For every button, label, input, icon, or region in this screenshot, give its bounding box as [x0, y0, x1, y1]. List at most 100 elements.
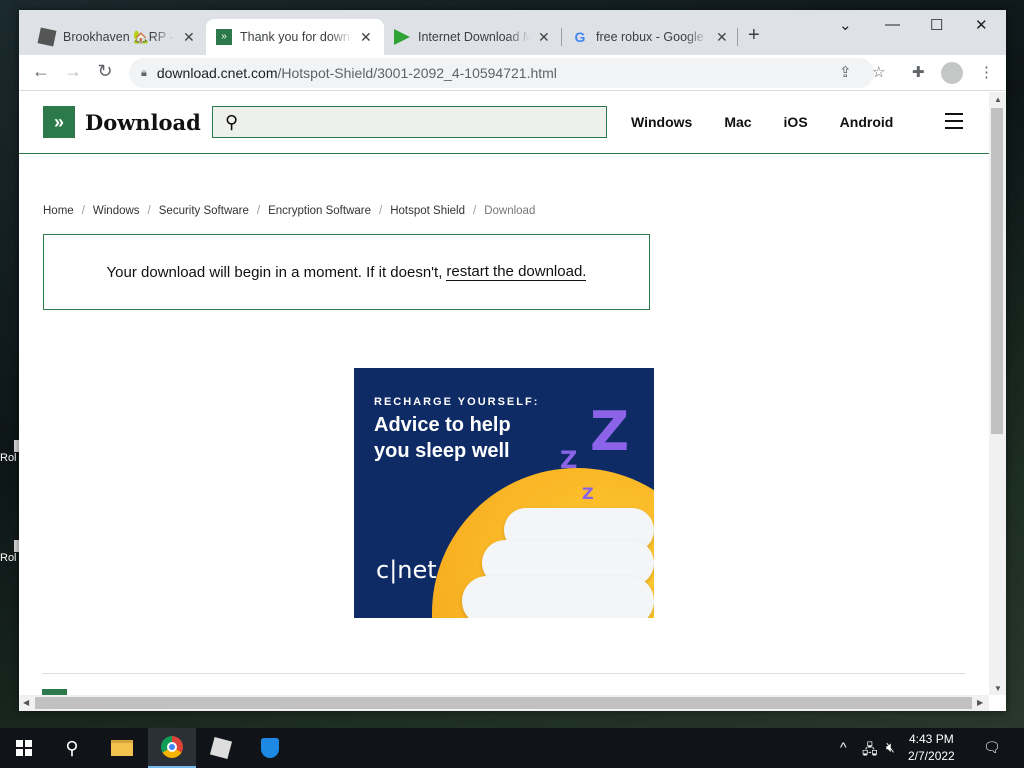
cnet-download-favicon: »	[216, 29, 232, 45]
breadcrumb-current: Download	[484, 205, 536, 217]
ad-headline: Advice to help you sleep well	[374, 414, 511, 462]
vertical-scroll-thumb[interactable]	[991, 108, 1003, 434]
tab-title: Brookhaven 🏡RP - R	[63, 29, 175, 44]
clock-date: 2/7/2022	[908, 749, 955, 763]
download-notice: Your download will begin in a moment. If…	[43, 234, 650, 310]
ad-pillow	[462, 576, 654, 618]
new-tab-button[interactable]: +	[748, 24, 760, 47]
vertical-scrollbar[interactable]: ▲ ▼	[989, 92, 1006, 695]
bookmark-star-icon[interactable]: ☆	[872, 63, 885, 81]
search-icon[interactable]: ⚲	[225, 112, 238, 133]
vpn-taskbar-button[interactable]	[246, 728, 294, 768]
close-tab-icon[interactable]: ✕	[360, 29, 372, 46]
tab-separator	[737, 28, 738, 46]
chrome-taskbar-button[interactable]	[148, 728, 196, 768]
ad-z-icon: Z	[582, 484, 594, 503]
download-logo-mark: »	[43, 106, 75, 138]
section-divider	[42, 673, 965, 674]
restart-download-link[interactable]: restart the download.	[446, 263, 587, 281]
scroll-left-arrow-icon[interactable]: ◀	[23, 698, 29, 707]
extensions-icon[interactable]: ✚	[912, 63, 925, 81]
horizontal-scroll-thumb[interactable]	[35, 697, 972, 709]
tab-strip: Brookhaven 🏡RP - R ✕ » Thank you for dow…	[19, 10, 1006, 55]
tab-title: Thank you for downloading	[240, 30, 352, 44]
tab-brookhaven[interactable]: Brookhaven 🏡RP - R ✕	[29, 19, 209, 55]
download-logo-text: Download	[85, 109, 201, 135]
menu-kebab-icon[interactable]: ⋮	[979, 63, 994, 81]
breadcrumb-windows[interactable]: Windows	[93, 205, 140, 217]
tab-free-robux[interactable]: G free robux - Google S ✕	[562, 19, 740, 55]
search-taskbar-button[interactable]: ⚲	[48, 728, 96, 768]
lock-icon: 🔒︎	[141, 66, 147, 79]
breadcrumb-hotspot-shield[interactable]: Hotspot Shield	[390, 205, 465, 217]
horizontal-scrollbar[interactable]: ◀ ▶	[19, 695, 989, 711]
sleep-ad-banner[interactable]: Z Z Z RECHARGE YOURSELF: Advice to help …	[354, 368, 654, 618]
maximize-button[interactable]: ☐	[930, 16, 943, 34]
download-notice-text: Your download will begin in a moment. If…	[106, 263, 443, 281]
nav-android[interactable]: Android	[840, 114, 894, 130]
clock-time: 4:43 PM	[909, 732, 954, 746]
idm-favicon	[394, 29, 410, 45]
forward-button[interactable]: →	[61, 61, 85, 82]
nav-ios[interactable]: iOS	[784, 114, 808, 130]
desktop-icon-label: Rol	[0, 452, 17, 464]
url-path: /Hotspot-Shield/3001-2092_4-10594721.htm…	[277, 65, 557, 81]
platform-nav: Windows Mac iOS Android	[631, 114, 925, 130]
start-button[interactable]	[0, 728, 48, 768]
cnet-logo: c|net	[376, 556, 437, 584]
ad-z-icon: Z	[590, 400, 630, 463]
desktop-icon-label: Rol	[0, 552, 17, 564]
address-bar[interactable]: 🔒︎ download.cnet.com /Hotspot-Shield/300…	[129, 58, 874, 88]
ad-z-icon: Z	[560, 446, 578, 474]
nav-windows[interactable]: Windows	[631, 114, 692, 130]
reload-button[interactable]: ↻	[93, 61, 117, 82]
browser-toolbar: ← → ↻ 🔒︎ download.cnet.com /Hotspot-Shie…	[19, 55, 1006, 91]
chrome-icon	[161, 736, 183, 758]
scroll-right-arrow-icon[interactable]: ▶	[977, 698, 983, 707]
scroll-up-arrow-icon[interactable]: ▲	[994, 95, 1002, 104]
folder-icon	[111, 740, 133, 756]
roblox-icon	[209, 736, 233, 760]
scroll-down-arrow-icon[interactable]: ▼	[994, 684, 1002, 693]
breadcrumb-encryption-software[interactable]: Encryption Software	[268, 205, 371, 217]
site-header: » Download ⚲ Windows Mac iOS Android	[19, 92, 989, 154]
roblox-favicon	[37, 27, 57, 47]
nav-mac[interactable]: Mac	[724, 114, 751, 130]
volume-muted-icon[interactable]: 🔇︎	[886, 739, 895, 756]
site-search-box[interactable]: ⚲	[212, 106, 607, 138]
windows-logo-icon	[16, 740, 32, 756]
tab-thank-you[interactable]: » Thank you for downloading ✕	[206, 19, 384, 55]
file-explorer-button[interactable]	[98, 728, 146, 768]
close-tab-icon[interactable]: ✕	[183, 29, 195, 46]
breadcrumb-home[interactable]: Home	[43, 205, 74, 217]
breadcrumb-security-software[interactable]: Security Software	[159, 205, 249, 217]
tab-title: free robux - Google S	[596, 30, 708, 44]
roblox-taskbar-button[interactable]	[197, 728, 245, 768]
share-icon[interactable]: ⇪	[839, 63, 852, 81]
close-tab-icon[interactable]: ✕	[716, 29, 728, 46]
search-input[interactable]	[246, 114, 587, 130]
back-button[interactable]: ←	[29, 61, 53, 82]
tab-idm[interactable]: Internet Download M ✕	[384, 19, 562, 55]
tab-title: Internet Download M	[418, 30, 530, 44]
windows-taskbar: ⚲ ^ 🖧︎ 🔇︎ 4:43 PM 2/7/2022 🗨︎	[0, 728, 1024, 768]
web-page: » Download ⚲ Windows Mac iOS Android Hom…	[19, 92, 989, 695]
show-hidden-icons-icon[interactable]: ^	[840, 739, 847, 755]
close-tab-icon[interactable]: ✕	[538, 29, 550, 46]
ad-kicker: RECHARGE YOURSELF:	[374, 396, 540, 408]
browser-window: Brookhaven 🏡RP - R ✕ » Thank you for dow…	[19, 10, 1006, 711]
url-host: download.cnet.com	[156, 65, 278, 81]
shield-icon	[261, 738, 279, 758]
hamburger-menu-icon[interactable]	[945, 113, 963, 134]
breadcrumb: Home / Windows / Security Software / Encryp…	[43, 205, 536, 217]
network-icon[interactable]: 🖧︎	[862, 739, 878, 763]
close-window-button[interactable]: ✕	[975, 16, 988, 34]
minimize-button[interactable]: —	[885, 16, 900, 33]
download-logo[interactable]: » Download	[43, 106, 201, 138]
tab-search-icon[interactable]: ⌄	[839, 16, 852, 34]
system-clock[interactable]: 4:43 PM 2/7/2022	[908, 731, 955, 765]
notification-center-icon[interactable]: 🗨︎	[983, 739, 1001, 756]
profile-avatar[interactable]	[941, 62, 963, 84]
google-favicon: G	[574, 29, 586, 45]
search-icon: ⚲	[65, 737, 79, 758]
